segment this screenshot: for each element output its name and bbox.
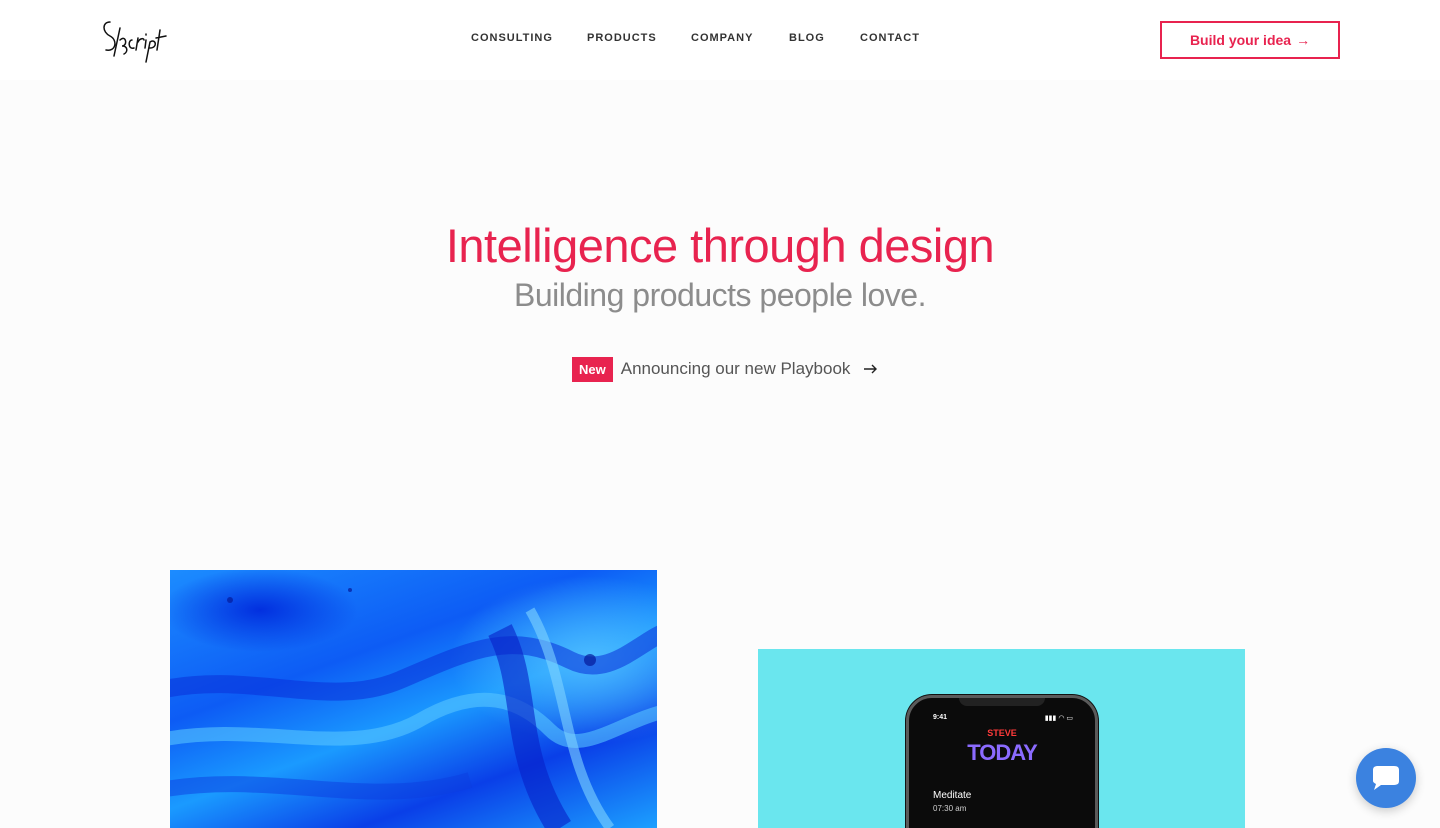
nav-consulting[interactable]: CONSULTING xyxy=(471,32,553,44)
chat-icon xyxy=(1373,766,1399,790)
nav-contact[interactable]: CONTACT xyxy=(860,32,920,44)
phone-time: 9:41 xyxy=(933,714,948,721)
phone-status-icons: ▮▮▮ ◠ ▭ xyxy=(1044,715,1073,722)
phone-task-time: 07:30 am xyxy=(933,804,967,813)
nav-blog[interactable]: BLOG xyxy=(789,32,825,44)
phone-notch xyxy=(959,698,1045,706)
playbook-announcement-link[interactable]: New Announcing our new Playbook xyxy=(572,356,878,382)
arrow-right-icon: → xyxy=(1296,32,1311,48)
swirl-pattern xyxy=(170,588,657,828)
hero-title: Intelligence through design xyxy=(445,219,995,272)
new-badge: New xyxy=(572,356,613,382)
phone-brand: STEVE xyxy=(987,728,1017,738)
hero-subtitle: Building products people love. xyxy=(514,277,926,313)
chat-button[interactable] xyxy=(1356,748,1416,808)
blue-fluid-art-image[interactable] xyxy=(170,570,657,828)
phone-mockup: 9:41 ▮▮▮ ◠ ▭ STEVE TODAY Meditate 07:30 … xyxy=(906,695,1098,828)
nav-products[interactable]: PRODUCTS xyxy=(587,32,657,44)
arrow-right-icon xyxy=(864,364,878,374)
steve-app-showcase-image[interactable]: 9:41 ▮▮▮ ◠ ▭ STEVE TODAY Meditate 07:30 … xyxy=(758,649,1245,828)
cta-label: Build your idea xyxy=(1189,32,1292,48)
build-your-idea-button[interactable]: Build your idea → xyxy=(1160,21,1340,59)
announcement-text: Announcing our new Playbook xyxy=(620,359,851,378)
skcript-logo[interactable] xyxy=(100,16,172,64)
nav-company[interactable]: COMPANY xyxy=(691,32,753,44)
phone-screen-title: TODAY xyxy=(967,740,1038,765)
phone-task: Meditate xyxy=(933,790,972,801)
site-header: CONSULTING PRODUCTS COMPANY BLOG CONTACT… xyxy=(0,0,1440,80)
